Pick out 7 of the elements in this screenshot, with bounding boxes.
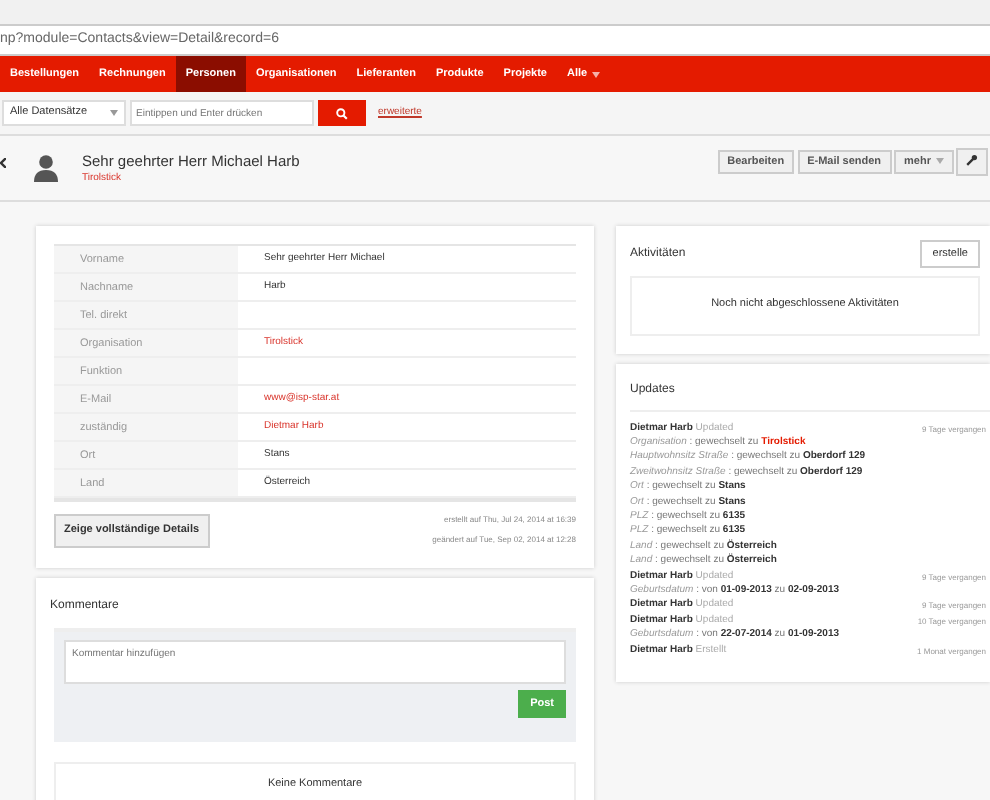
search-icon — [336, 107, 348, 119]
wrench-button[interactable] — [956, 148, 988, 176]
search-button[interactable] — [318, 100, 366, 126]
back-icon[interactable] — [0, 157, 6, 167]
wrench-icon — [966, 154, 978, 167]
caret-icon — [110, 110, 118, 116]
person-icon — [34, 154, 58, 182]
